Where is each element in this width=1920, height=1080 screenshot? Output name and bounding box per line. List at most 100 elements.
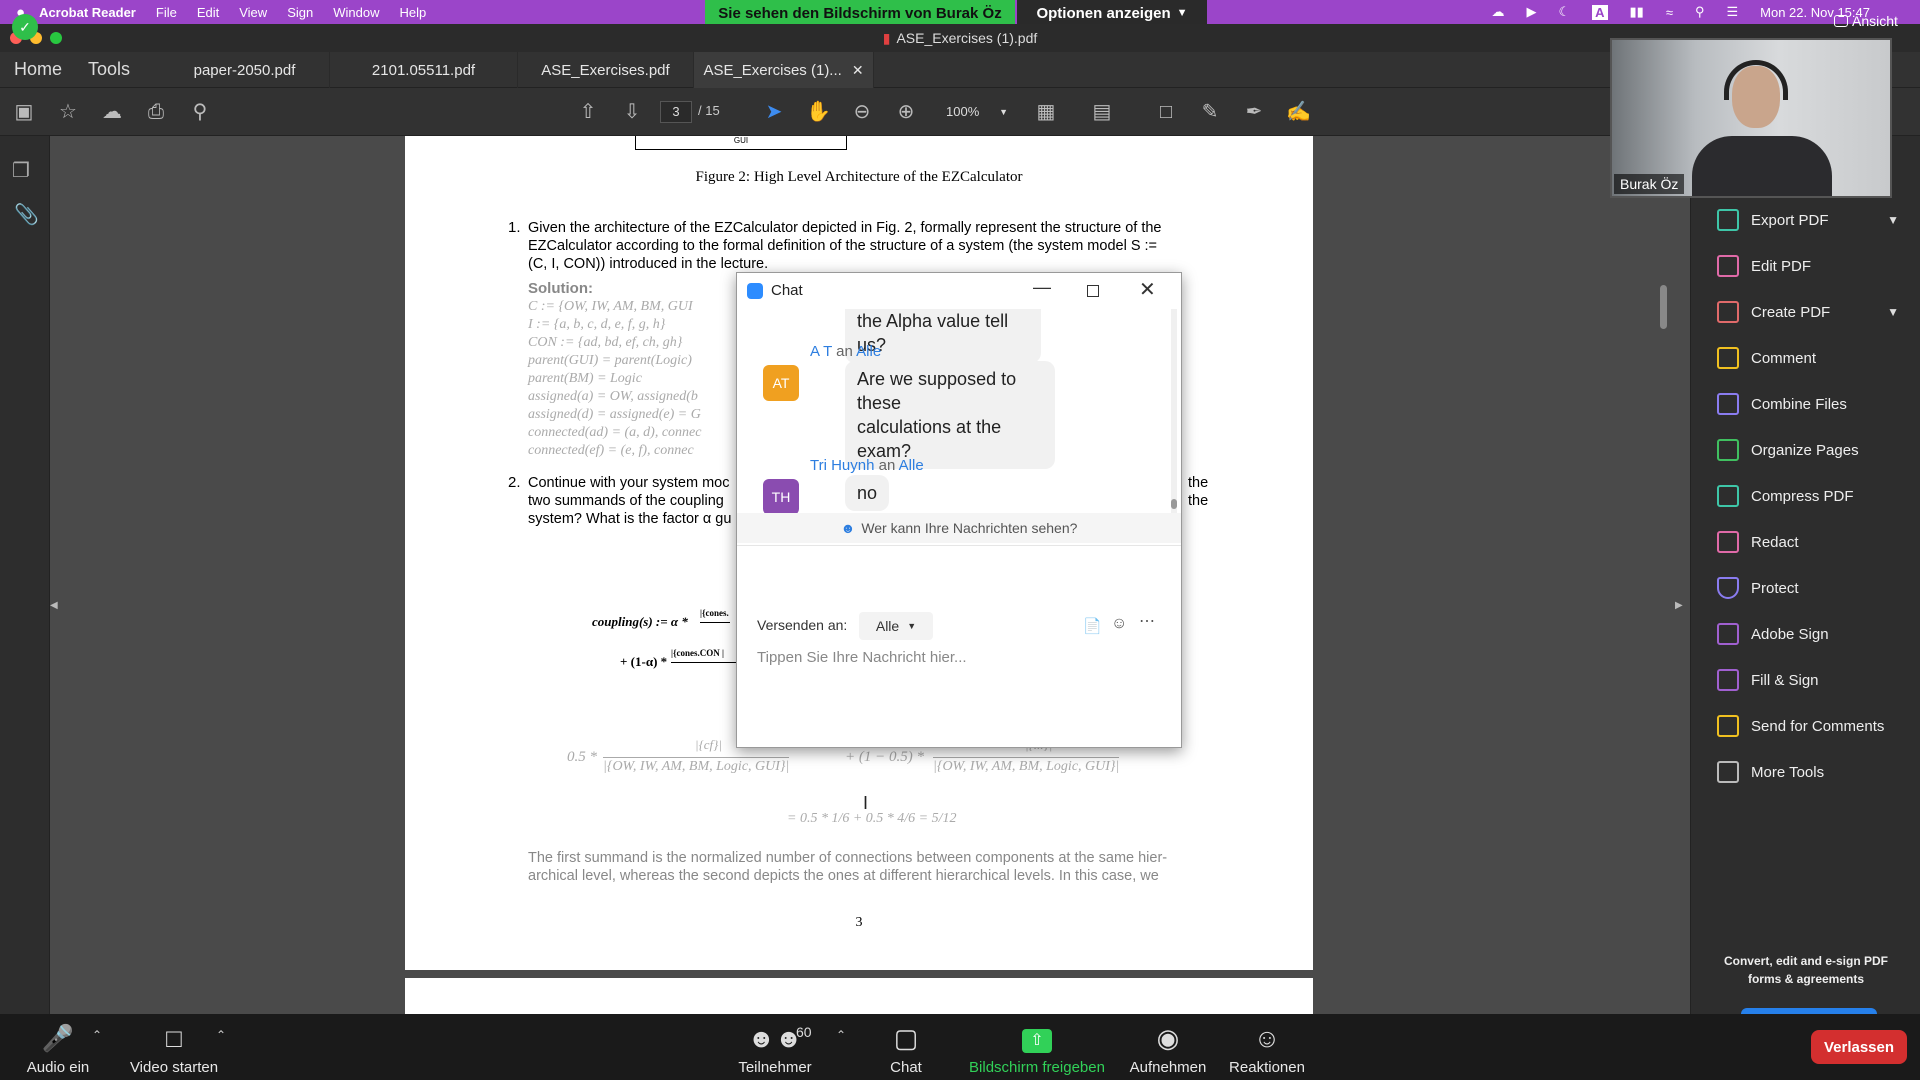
tab-ase-exercises-1[interactable]: ASE_Exercises (1)... ✕ bbox=[694, 52, 874, 88]
promo-text-2: forms & agreements bbox=[1747, 972, 1865, 986]
solution-line: assigned(a) = OW, assigned(b bbox=[528, 389, 698, 404]
tools-nav[interactable]: Tools bbox=[88, 59, 130, 80]
question-1-line1: Given the architecture of the EZCalculat… bbox=[528, 220, 1162, 236]
participants-options-chevron-icon[interactable]: ⌃ bbox=[836, 1028, 846, 1042]
zoom-in-icon[interactable]: ⊕ bbox=[894, 100, 918, 124]
battery-icon[interactable]: ▮▮ bbox=[1630, 4, 1644, 20]
tab-2101-05511[interactable]: 2101.05511.pdf bbox=[330, 52, 518, 88]
leave-meeting-button[interactable]: Verlassen bbox=[1811, 1030, 1907, 1064]
tool-more-tools[interactable]: More Tools bbox=[1717, 756, 1824, 788]
cloud-upload-icon[interactable]: ☁ bbox=[100, 100, 124, 124]
window-zoom-button[interactable] bbox=[50, 32, 62, 44]
menu-window[interactable]: Window bbox=[333, 5, 379, 20]
menu-help[interactable]: Help bbox=[399, 5, 426, 20]
scrollbar-thumb[interactable] bbox=[1660, 285, 1667, 329]
keyboard-a-icon[interactable]: A bbox=[1592, 4, 1608, 20]
calc-middle: + (1 − 0.5) * bbox=[845, 749, 924, 765]
creative-cloud-icon[interactable]: ☁ bbox=[1491, 4, 1504, 20]
page-up-icon[interactable]: ⇧ bbox=[576, 100, 600, 124]
tool-fill-sign[interactable]: Fill & Sign bbox=[1717, 664, 1819, 696]
share-screen-button[interactable]: ⇧ Bildschirm freigeben bbox=[962, 1014, 1112, 1080]
control-center-icon[interactable]: ☰ bbox=[1726, 4, 1738, 20]
fill-sign-icon[interactable]: ✍ bbox=[1286, 100, 1311, 124]
reactions-button[interactable]: ☺ Reaktionen bbox=[1224, 1014, 1310, 1080]
scroll-mode-icon[interactable]: ▤ bbox=[1090, 100, 1114, 124]
chevron-down-icon[interactable]: ▼ bbox=[1887, 213, 1899, 227]
tool-create-pdf[interactable]: Create PDF ▼ bbox=[1717, 296, 1920, 328]
right-panel-toggle-icon[interactable]: ▶ bbox=[1675, 600, 1683, 611]
select-cursor-icon[interactable]: ➤ bbox=[762, 100, 786, 124]
page-fit-icon[interactable]: ▦ bbox=[1034, 100, 1058, 124]
menu-file[interactable]: File bbox=[156, 5, 177, 20]
moon-icon[interactable]: ☾ bbox=[1558, 4, 1570, 20]
tool-redact[interactable]: Redact bbox=[1717, 526, 1799, 558]
menu-sign[interactable]: Sign bbox=[287, 5, 313, 20]
page-down-icon[interactable]: ⇩ bbox=[620, 100, 644, 124]
view-options-button[interactable]: Optionen anzeigen ▼ bbox=[1017, 0, 1207, 26]
tool-comment[interactable]: Comment bbox=[1717, 342, 1816, 374]
maximize-icon[interactable] bbox=[1087, 285, 1099, 297]
close-icon[interactable]: ✕ bbox=[1139, 277, 1156, 302]
page-number-input[interactable]: 3 bbox=[660, 101, 692, 123]
tool-compress-pdf[interactable]: Compress PDF bbox=[1717, 480, 1854, 512]
zoom-view-button[interactable]: Ansicht bbox=[1834, 12, 1898, 30]
file-icon[interactable]: 📄 bbox=[1083, 617, 1102, 635]
tab-close-icon[interactable]: ✕ bbox=[852, 62, 864, 79]
zoom-level-select[interactable]: 100% ▼ bbox=[936, 101, 1012, 123]
tool-edit-pdf[interactable]: Edit PDF bbox=[1717, 250, 1811, 282]
menubar-status-area: ☁ ▶ ☾ A ▮▮ ≈ ⚲ ☰ Mon 22. Nov 15:47 bbox=[1491, 0, 1870, 24]
chat-scrollbar[interactable] bbox=[1171, 309, 1177, 513]
chat-button[interactable]: ▢ Chat bbox=[872, 1014, 940, 1080]
print-icon[interactable]: ⎙ bbox=[144, 100, 168, 124]
video-button[interactable]: □ Video starten bbox=[126, 1014, 222, 1080]
comment-icon[interactable]: □ bbox=[1154, 100, 1178, 124]
more-options-icon[interactable]: ⋯ bbox=[1139, 611, 1155, 631]
zoom-out-icon[interactable]: ⊖ bbox=[850, 100, 874, 124]
pdf-file-icon: ▮ bbox=[882, 29, 891, 46]
more-tools-icon bbox=[1717, 761, 1739, 783]
avatar: TH bbox=[763, 479, 799, 513]
tool-organize-pages[interactable]: Organize Pages bbox=[1717, 434, 1859, 466]
audio-button[interactable]: 🎤 Audio ein bbox=[20, 1014, 96, 1080]
record-button[interactable]: ◉ Aufnehmen bbox=[1120, 1014, 1216, 1080]
emoji-icon[interactable]: ☺ bbox=[1111, 615, 1127, 633]
message-input[interactable]: Tippen Sie Ihre Nachricht hier... bbox=[757, 649, 1157, 737]
scrollbar-handle[interactable] bbox=[1171, 499, 1177, 509]
menu-view[interactable]: View bbox=[239, 5, 267, 20]
bookmark-star-icon[interactable]: ☆ bbox=[56, 100, 80, 124]
tab-paper-2050[interactable]: paper-2050.pdf bbox=[160, 52, 330, 88]
tab-ase-exercises[interactable]: ASE_Exercises.pdf bbox=[518, 52, 694, 88]
tool-protect[interactable]: Protect bbox=[1717, 572, 1799, 604]
tool-combine-files[interactable]: Combine Files bbox=[1717, 388, 1847, 420]
tool-export-pdf[interactable]: Export PDF ▼ bbox=[1717, 204, 1920, 236]
participants-count: 60 bbox=[796, 1024, 812, 1040]
search-zoom-icon[interactable]: ⚲ bbox=[188, 100, 212, 124]
wifi-off-icon[interactable]: ≈ bbox=[1666, 5, 1673, 20]
attachments-icon[interactable]: 📎 bbox=[14, 202, 39, 227]
play-icon[interactable]: ▶ bbox=[1526, 4, 1536, 20]
message-list[interactable]: the Alpha value tell us? A T an Alle AT … bbox=[737, 309, 1181, 513]
hand-tool-icon[interactable]: ✋ bbox=[806, 100, 831, 124]
menu-edit[interactable]: Edit bbox=[197, 5, 219, 20]
video-options-chevron-icon[interactable]: ⌃ bbox=[216, 1028, 226, 1042]
app-name[interactable]: Acrobat Reader bbox=[39, 5, 136, 20]
highlight-pen-icon[interactable]: ✎ bbox=[1198, 100, 1222, 124]
minimize-icon[interactable]: — bbox=[1033, 277, 1051, 298]
webcam-video[interactable]: Burak Öz bbox=[1610, 38, 1892, 198]
pages-thumbnail-icon[interactable]: ❐ bbox=[12, 158, 30, 183]
chat-window: Chat — ✕ the Alpha value tell us? A T an… bbox=[736, 272, 1182, 748]
question-2-line3: system? What is the factor α gu bbox=[528, 511, 732, 527]
send-to-select[interactable]: Alle ▼ bbox=[859, 612, 933, 640]
left-panel-toggle-icon[interactable]: ◀ bbox=[50, 600, 58, 611]
save-icon[interactable]: ▣ bbox=[12, 100, 36, 124]
spotlight-icon[interactable]: ⚲ bbox=[1695, 4, 1705, 20]
chat-title: Chat bbox=[771, 282, 803, 299]
tool-adobe-sign[interactable]: Adobe Sign bbox=[1717, 618, 1829, 650]
audio-options-chevron-icon[interactable]: ⌃ bbox=[92, 1028, 102, 1042]
draw-icon[interactable]: ✒ bbox=[1242, 100, 1266, 124]
chevron-down-icon[interactable]: ▼ bbox=[1887, 305, 1899, 319]
tool-send-for-comments[interactable]: Send for Comments bbox=[1717, 710, 1884, 742]
visibility-info[interactable]: ☻ Wer kann Ihre Nachrichten sehen? bbox=[737, 513, 1181, 543]
record-icon: ◉ bbox=[1156, 1023, 1180, 1053]
home-nav[interactable]: Home bbox=[14, 59, 62, 80]
